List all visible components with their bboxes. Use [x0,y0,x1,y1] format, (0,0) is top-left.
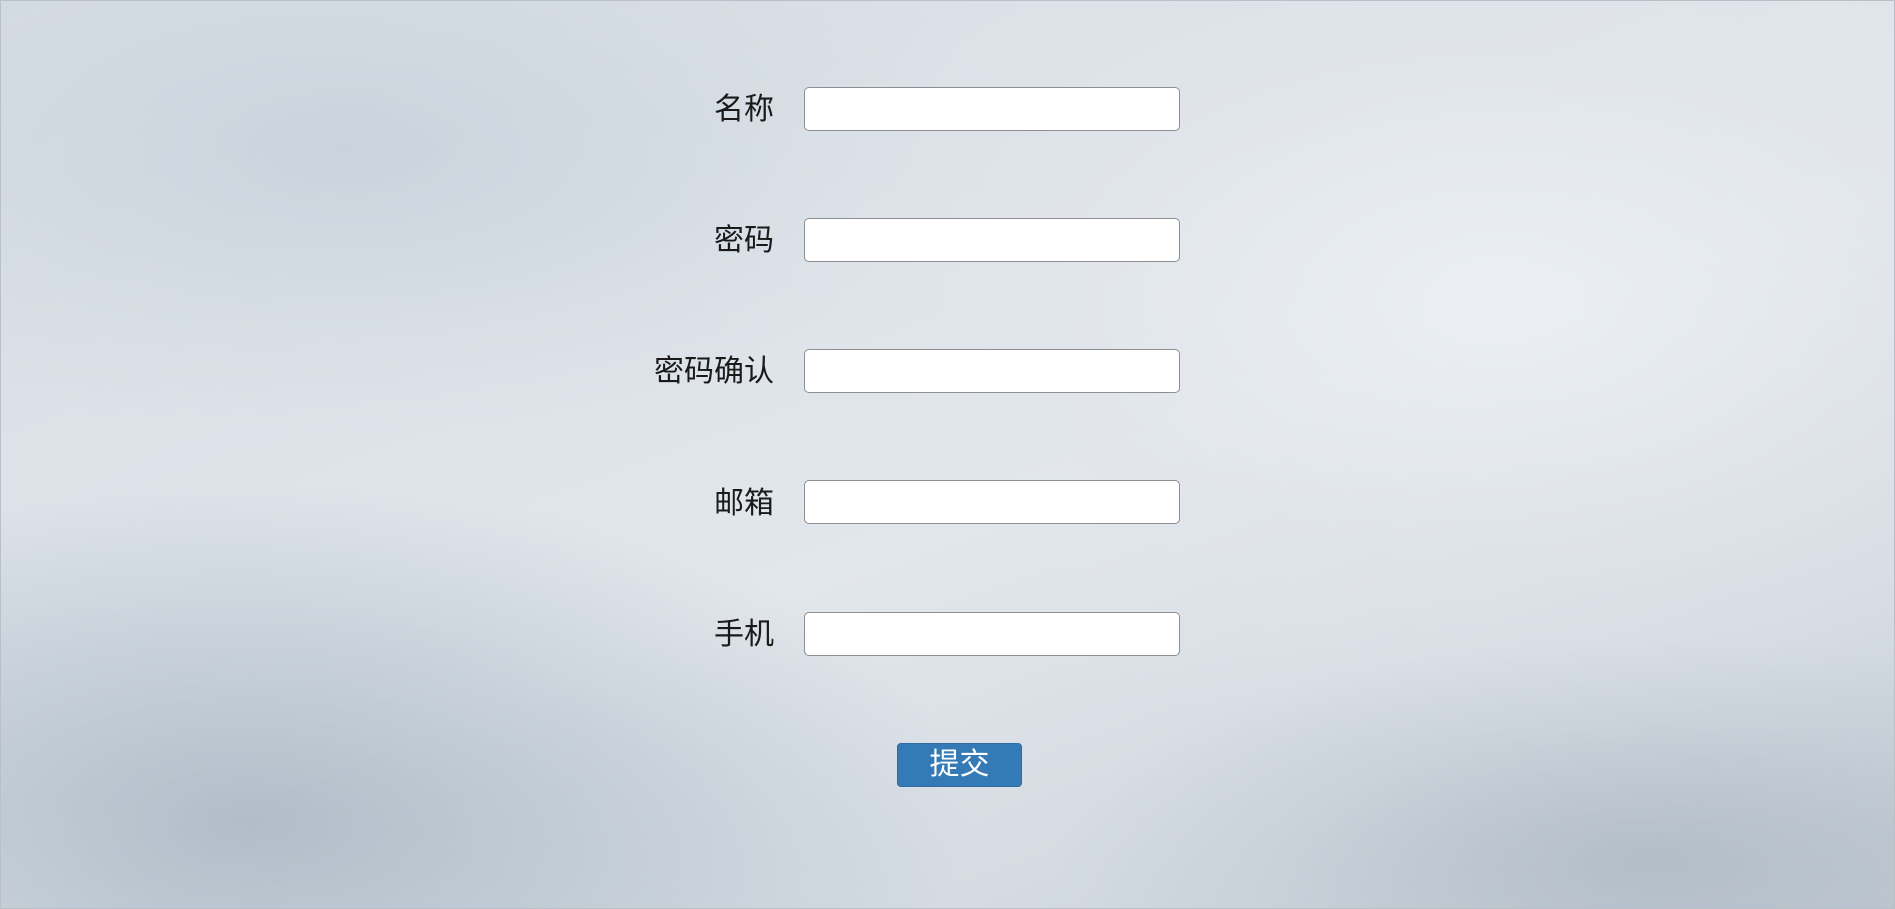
phone-label: 手机 [714,617,774,652]
registration-form: 名称 密码 密码确认 邮箱 手机 提交 [0,0,1895,909]
phone-input[interactable] [804,612,1180,656]
email-label: 邮箱 [714,486,774,521]
name-input[interactable] [804,87,1180,131]
password-confirm-input[interactable] [804,349,1180,393]
password-label: 密码 [714,223,774,258]
submit-button[interactable]: 提交 [897,743,1022,787]
password-confirm-label: 密码确认 [654,354,774,389]
password-input[interactable] [804,218,1180,262]
email-input[interactable] [804,480,1180,524]
name-label: 名称 [714,92,774,127]
